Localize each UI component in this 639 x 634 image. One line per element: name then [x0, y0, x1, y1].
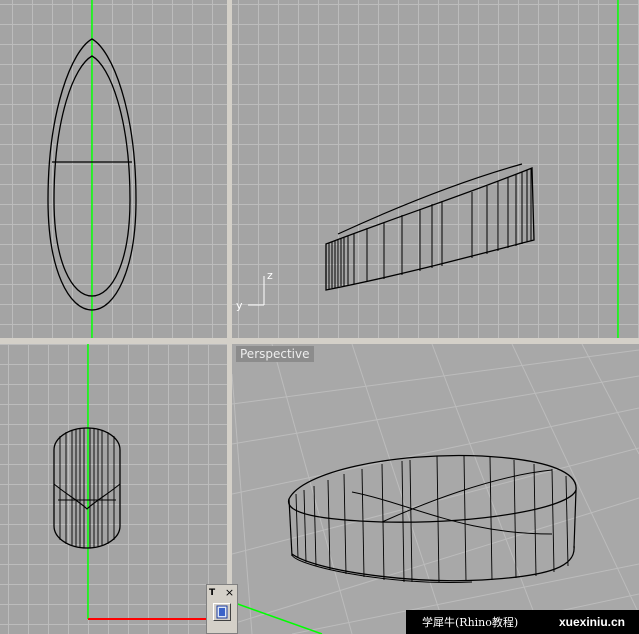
y-axis-label: y [236, 299, 243, 312]
top-curve [337, 163, 523, 235]
perspective-wireframe [232, 344, 639, 634]
toolbar-close-button[interactable]: × [224, 587, 235, 598]
right-viewport[interactable]: z y [232, 0, 639, 338]
top-viewport[interactable] [0, 0, 227, 338]
object-properties-icon [216, 605, 228, 619]
watermark-chinese-text: 学犀牛(Rhino教程) [422, 616, 519, 629]
capsule-mid-curve [53, 483, 121, 510]
z-axis-label: z [267, 269, 273, 282]
axis-triad-icon [248, 276, 265, 306]
capsule-outline [53, 427, 121, 549]
watermark-url: xuexiniu.cn [558, 615, 625, 629]
top-viewport-wireframe [47, 0, 137, 338]
right-viewport-wireframe: z y [236, 0, 619, 338]
watermark-banner: 学犀牛(Rhino教程) xuexiniu.cn [406, 610, 639, 634]
floating-toolbar[interactable]: T × [206, 584, 238, 634]
toolbar-grip[interactable]: T [209, 588, 221, 598]
front-viewport-wireframe [53, 344, 227, 620]
isocurves [328, 169, 532, 289]
surface-outline [325, 167, 535, 291]
isocurves [59, 428, 115, 548]
perspective-viewport-label: Perspective [236, 346, 314, 362]
object-properties-button[interactable] [213, 603, 231, 621]
front-viewport[interactable] [0, 344, 227, 634]
perspective-viewport[interactable]: Perspective [232, 344, 639, 634]
